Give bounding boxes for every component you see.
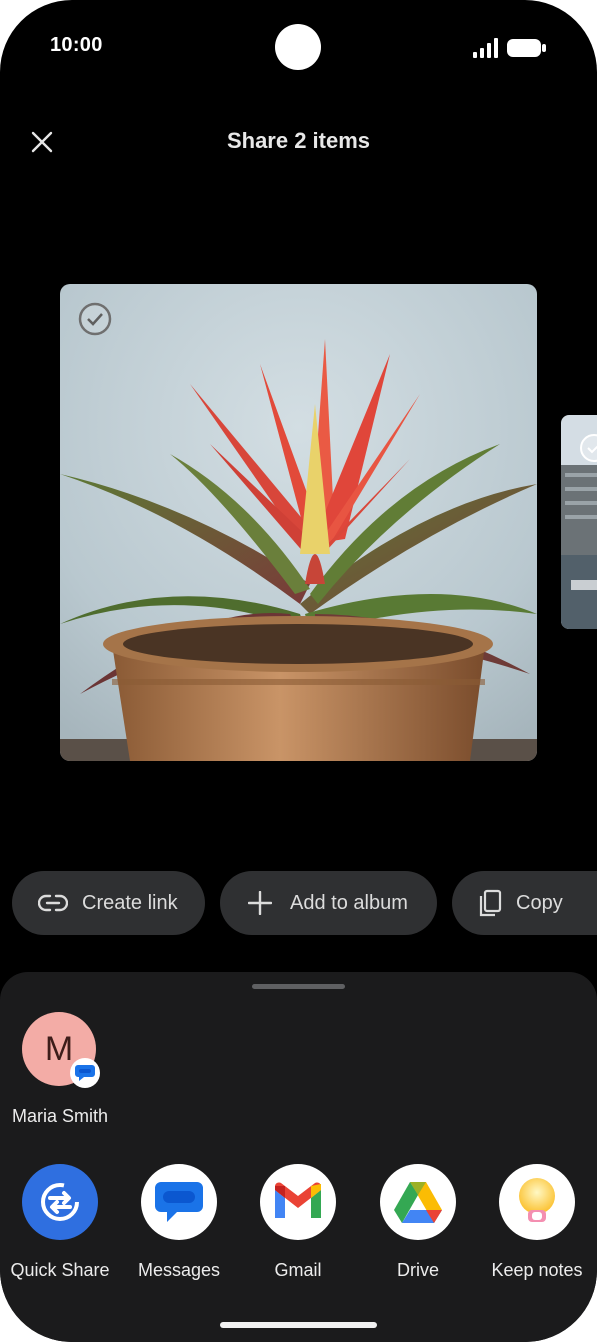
create-link-label: Create link	[82, 891, 178, 914]
home-indicator[interactable]	[220, 1322, 377, 1328]
messages-badge-icon	[70, 1058, 100, 1088]
share-sheet: M Maria Smith Quick Share Messages Gmail…	[0, 972, 597, 1342]
add-to-album-label: Add to album	[290, 891, 408, 914]
status-time: 10:00	[50, 34, 103, 56]
battery-icon	[507, 39, 546, 57]
camera-cutout	[275, 24, 321, 70]
drag-handle[interactable]	[252, 984, 345, 989]
contact-name: Maria Smith	[11, 1106, 109, 1126]
link-icon	[38, 894, 68, 912]
selected-check-icon[interactable]	[579, 433, 597, 463]
messages-icon	[141, 1164, 217, 1240]
status-bar: 10:00	[0, 0, 597, 96]
plant-photo-image	[60, 284, 537, 761]
signal-icon	[473, 38, 498, 58]
drive-icon	[380, 1164, 456, 1240]
quick-share-icon	[22, 1164, 98, 1240]
app-label: Keep notes	[491, 1260, 583, 1280]
app-label: Gmail	[274, 1260, 322, 1280]
create-link-button[interactable]: Create link	[12, 871, 205, 935]
phone-screen: 10:00 Share 2 items Create link Add to a…	[0, 0, 597, 1342]
copy-label: Copy	[516, 891, 563, 914]
selected-check-icon[interactable]	[78, 302, 112, 336]
app-label: Messages	[137, 1260, 221, 1280]
add-to-album-button[interactable]: Add to album	[220, 871, 437, 935]
action-chips: Create link Add to album Copy	[0, 871, 597, 935]
avatar-initial: M	[44, 1029, 74, 1068]
gmail-icon	[260, 1164, 336, 1240]
copy-icon	[479, 889, 502, 917]
copy-button[interactable]: Copy	[452, 871, 597, 935]
app-label: Quick Share	[10, 1260, 110, 1280]
photo-thumbnail-plant[interactable]	[60, 284, 537, 761]
page-title: Share 2 items	[226, 128, 371, 153]
app-label: Drive	[396, 1260, 439, 1280]
plus-icon	[248, 891, 272, 915]
top-bar: Share 2 items	[0, 112, 597, 172]
photo-thumbnail-buildings[interactable]	[561, 415, 597, 629]
keep-notes-icon	[499, 1164, 575, 1240]
